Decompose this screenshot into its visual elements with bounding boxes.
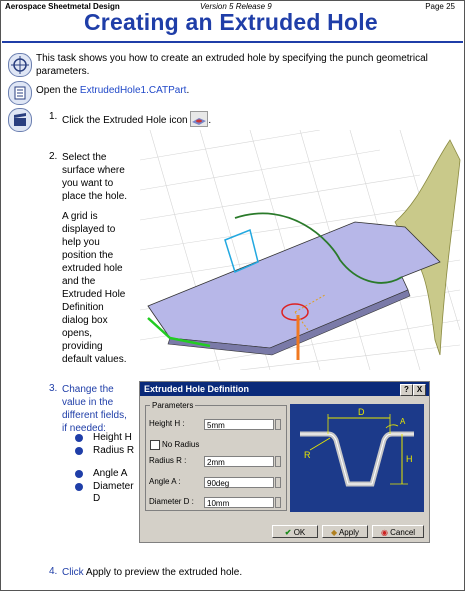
step2-line: surface where — [62, 165, 125, 176]
apply-button[interactable]: ◆ Apply — [322, 525, 368, 538]
step2-line: opens, — [62, 328, 93, 339]
document-icon — [8, 81, 32, 105]
angle-label: Angle A : — [149, 477, 181, 486]
diameter-spinner[interactable] — [275, 497, 281, 508]
bullet-icon — [75, 470, 83, 478]
radius-field[interactable]: 2mm — [204, 456, 274, 467]
radius-spinner[interactable] — [275, 456, 281, 467]
height-spinner[interactable] — [275, 419, 281, 430]
bullet-diameter: Diameter D — [93, 481, 134, 504]
dialog-title: Extruded Hole Definition — [140, 382, 429, 396]
step1-line: Click the Extruded Hole icon . — [62, 111, 211, 127]
step2-line: place the hole. — [62, 191, 128, 202]
cancel-label: Cancel — [390, 528, 416, 537]
diameter-label: Diameter D : — [149, 497, 194, 506]
bullet-angle: Angle A — [93, 468, 128, 479]
step2-line: help you — [62, 237, 100, 248]
step3-text: Change the value in the different fields… — [62, 383, 140, 435]
diagram-label-r: R — [304, 450, 311, 460]
step2-line: Select the — [62, 152, 107, 163]
step4-click: Click — [62, 567, 84, 578]
bullet-radius: Radius R — [93, 445, 135, 456]
step2-line: Definition — [62, 302, 104, 313]
cancel-button[interactable]: ◉ Cancel — [372, 525, 424, 538]
step2-para1: Select the surface where you want to pla… — [62, 151, 142, 203]
radius-label: Radius R : — [149, 456, 187, 465]
ok-button[interactable]: ✔ OK — [272, 525, 318, 538]
step3-line: value in the — [62, 397, 114, 408]
step1-end: . — [208, 115, 212, 126]
step4-line: Click Apply to preview the extruded hole… — [62, 566, 242, 579]
open-prefix: Open the — [36, 85, 80, 96]
step2-line: Extruded Hole — [62, 289, 126, 300]
header-page: Page 25 — [425, 2, 455, 11]
close-button[interactable]: X — [413, 384, 426, 396]
help-button[interactable]: ? — [400, 384, 413, 396]
parameters-label: Parameters — [150, 401, 196, 410]
step2-para2: A grid is displayed to help you position… — [62, 210, 142, 366]
step2-line: default values. — [62, 354, 127, 365]
step2-line: you want to — [62, 178, 114, 189]
apply-label: Apply — [338, 528, 359, 537]
sheet-plate — [147, 221, 441, 349]
height-field[interactable]: 5mm — [204, 419, 274, 430]
ok-label: OK — [293, 528, 306, 537]
title-rule — [2, 41, 463, 43]
step2-line: position the — [62, 250, 114, 261]
bullet-icon — [75, 447, 83, 455]
diagram-label-a: A — [400, 417, 406, 426]
bullet-icon — [75, 434, 83, 442]
intro-text: This task shows you how to create an ext… — [36, 53, 428, 77]
hole-diagram: D A H R — [290, 404, 424, 512]
step2-number: 2. — [49, 151, 58, 162]
open-line: Open the ExtrudedHole1.CATPart. — [36, 84, 189, 97]
cancel-icon: ◉ — [380, 528, 388, 537]
crosshair-icon — [8, 53, 32, 77]
open-suffix: . — [186, 85, 190, 96]
height-label: Height H : — [149, 419, 185, 428]
diameter-field[interactable]: 10mm — [204, 497, 274, 508]
step2-line: A grid is — [62, 211, 98, 222]
step1-number: 1. — [49, 111, 58, 122]
step3-line: Change the — [62, 384, 114, 395]
no-radius-label: No Radius — [162, 440, 200, 449]
step2-line: and the — [62, 276, 96, 287]
step2-line: dialog box — [62, 315, 108, 326]
step2-line: providing — [62, 341, 103, 352]
step4-text: Apply to preview the extruded hole. — [83, 567, 243, 578]
clapperboard-icon — [8, 108, 32, 132]
step3-number: 3. — [49, 383, 58, 394]
step4-number: 4. — [49, 566, 58, 577]
angle-field[interactable]: 90deg — [204, 477, 274, 488]
diagram-label-h: H — [406, 454, 413, 464]
step2-line: extruded hole — [62, 263, 123, 274]
extruded-hole-icon[interactable] — [190, 111, 209, 127]
no-radius-checkbox[interactable] — [150, 440, 160, 450]
check-icon: ✔ — [284, 528, 292, 537]
part-3d-view — [140, 130, 461, 370]
diagram-label-d: D — [358, 407, 365, 417]
bullet-height: Height H — [93, 432, 132, 443]
angle-spinner[interactable] — [275, 477, 281, 488]
catpart-link[interactable]: ExtrudedHole1.CATPart — [80, 85, 187, 96]
apply-icon: ◆ — [331, 528, 338, 537]
extruded-hole-dialog: Extruded Hole Definition ? X Parameters … — [139, 381, 430, 543]
bullet-icon — [75, 483, 83, 491]
page-title: Creating an Extruded Hole — [84, 9, 378, 35]
step1-text: Click the Extruded Hole icon — [62, 115, 188, 126]
step3-line: different fields, — [62, 410, 127, 421]
step2-line: displayed to — [62, 224, 116, 235]
